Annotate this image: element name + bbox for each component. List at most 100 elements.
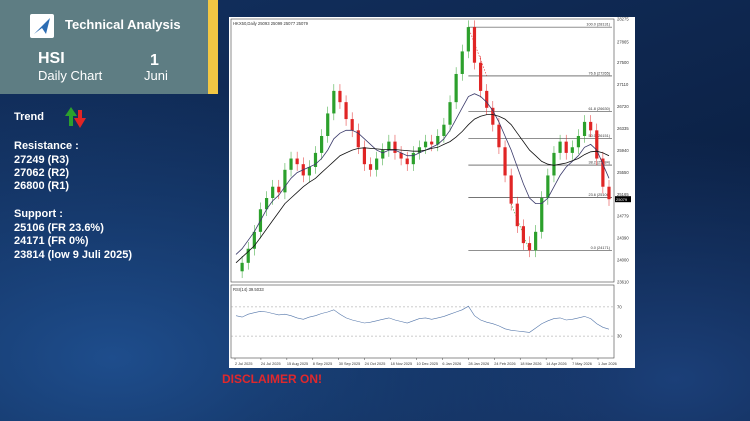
- x-tick-label: 6 Jan 2026: [442, 362, 461, 366]
- fib-level-label: 23.6 (25106): [588, 193, 610, 197]
- fib-level-label: 100.0 (28131): [586, 23, 610, 27]
- candle-body: [271, 186, 275, 198]
- candle-body: [509, 175, 513, 204]
- candle-body: [411, 152, 415, 165]
- price-y-tick-label: 27110: [617, 82, 629, 87]
- x-tick-label: 1 Jun 2026: [598, 362, 617, 366]
- candle-body: [485, 90, 489, 108]
- candle-body: [344, 102, 348, 120]
- candle-body: [478, 62, 483, 91]
- rsi-y-tick-label: 30: [617, 334, 622, 339]
- trend-arrows-icon: [65, 107, 86, 128]
- candle-body: [527, 243, 532, 251]
- fib-level-label: 50.0 (26151): [588, 134, 610, 138]
- date-month: Juni: [144, 68, 168, 83]
- x-tick-label: 18 Nov 2025: [391, 362, 413, 366]
- candle-body: [521, 226, 525, 244]
- price-y-tick-label: 24390: [617, 236, 629, 241]
- candle-body: [307, 166, 311, 176]
- chart-type-label: Daily Chart: [38, 68, 103, 83]
- candle-body: [423, 141, 428, 148]
- x-tick-label: 24 Oct 2025: [365, 362, 386, 366]
- x-tick-label: 18 Mar 2026: [520, 362, 541, 366]
- x-tick-label: 24 Jul 2025: [261, 362, 281, 366]
- candle-body: [368, 164, 373, 170]
- candle-body: [448, 102, 452, 125]
- resistance-r2: 27062 (R2): [14, 167, 70, 179]
- candle-body: [466, 27, 470, 52]
- support-s2: 24171 (FR 0%): [14, 235, 89, 247]
- candle-body: [564, 141, 568, 153]
- fib-level-label: 76.6 (27265): [588, 71, 610, 75]
- candle-body: [497, 124, 501, 148]
- fib-level-label: 61.8 (26630): [588, 107, 610, 111]
- candle-body: [320, 135, 324, 153]
- rsi-y-tick-label: 70: [617, 304, 622, 309]
- candle-body: [295, 158, 299, 165]
- price-chart: HKX50,Daily 25093 25099 25077 25079 RSI(1…: [230, 17, 631, 366]
- x-tick-label: 28 Jan 2026: [468, 362, 489, 366]
- candle-body: [362, 147, 367, 165]
- candle-body: [607, 186, 611, 200]
- candle-body: [582, 121, 587, 136]
- candle-body: [240, 262, 244, 272]
- price-y-tick-label: 24000: [617, 258, 629, 263]
- support-label: Support :: [14, 208, 63, 220]
- logo-mark-icon: [34, 18, 50, 34]
- candle-body: [393, 141, 397, 153]
- price-y-tick-label: 25550: [617, 170, 629, 175]
- price-y-tick-label: 27865: [617, 40, 629, 45]
- candle-body: [546, 175, 550, 198]
- candle-body: [460, 51, 464, 74]
- support-s1: 25106 (FR 23.6%): [14, 222, 104, 234]
- resistance-label: Resistance :: [14, 140, 79, 152]
- candle-body: [515, 203, 519, 227]
- candle-body: [503, 147, 507, 176]
- resistance-r1: 26800 (R1): [14, 180, 70, 192]
- x-tick-label: 10 Dec 2025: [417, 362, 439, 366]
- resistance-r3: 27249 (R3): [14, 154, 70, 166]
- logo: [30, 14, 54, 38]
- chart-panel: HKX50,Daily 25093 25099 25077 25079 RSI(1…: [229, 17, 635, 368]
- candle-body: [534, 231, 538, 251]
- x-tick-label: 24 Feb 2026: [494, 362, 515, 366]
- price-y-tick-label: 26335: [617, 126, 629, 131]
- x-tick-label: 15 Aug 2025: [287, 362, 308, 366]
- candle-body: [472, 27, 477, 63]
- fib-level-label: 38.2 (25684): [588, 161, 610, 165]
- rsi-panel-header: RSI(14) 39.5033: [233, 287, 264, 292]
- x-tick-label: 30 Sep 2025: [339, 362, 361, 366]
- candle-body: [454, 73, 458, 103]
- candle-body: [338, 90, 342, 103]
- candle-body: [552, 152, 556, 176]
- price-y-tick-label: 25940: [617, 148, 629, 153]
- candle-body: [558, 141, 562, 153]
- candle-body: [332, 90, 336, 114]
- candle-body: [595, 130, 599, 159]
- candle-body: [430, 141, 434, 145]
- candle-body: [405, 158, 409, 165]
- accent-bar: [208, 0, 218, 94]
- disclaimer: DISCLAIMER ON!: [222, 372, 322, 386]
- candle-body: [589, 121, 593, 131]
- support-s3: 23814 (low 9 Juli 2025): [14, 249, 133, 261]
- x-tick-label: 14 Apr 2026: [546, 362, 566, 366]
- candle-body: [601, 158, 605, 187]
- candle-body: [381, 150, 385, 159]
- x-tick-label: 7 May 2026: [572, 362, 592, 366]
- fib-level-label: 0.0 (24171): [591, 246, 611, 250]
- brand-title: Technical Analysis: [65, 17, 181, 32]
- x-tick-label: 8 Sep 2025: [313, 362, 332, 366]
- candle-body: [442, 124, 446, 136]
- candle-body: [387, 141, 391, 151]
- candle-body: [570, 147, 574, 153]
- price-y-tick-label: 24779: [617, 214, 629, 219]
- price-panel-header: HKX50,Daily 25093 25099 25077 25079: [233, 21, 309, 26]
- current-price-label: 25079: [616, 197, 628, 202]
- rsi-panel-frame: [230, 284, 615, 359]
- x-tick-label: 2 Jul 2025: [235, 362, 253, 366]
- trend-label: Trend: [14, 111, 44, 123]
- price-y-tick-label: 27500: [617, 60, 629, 65]
- candle-body: [283, 169, 287, 193]
- candle-body: [576, 135, 581, 148]
